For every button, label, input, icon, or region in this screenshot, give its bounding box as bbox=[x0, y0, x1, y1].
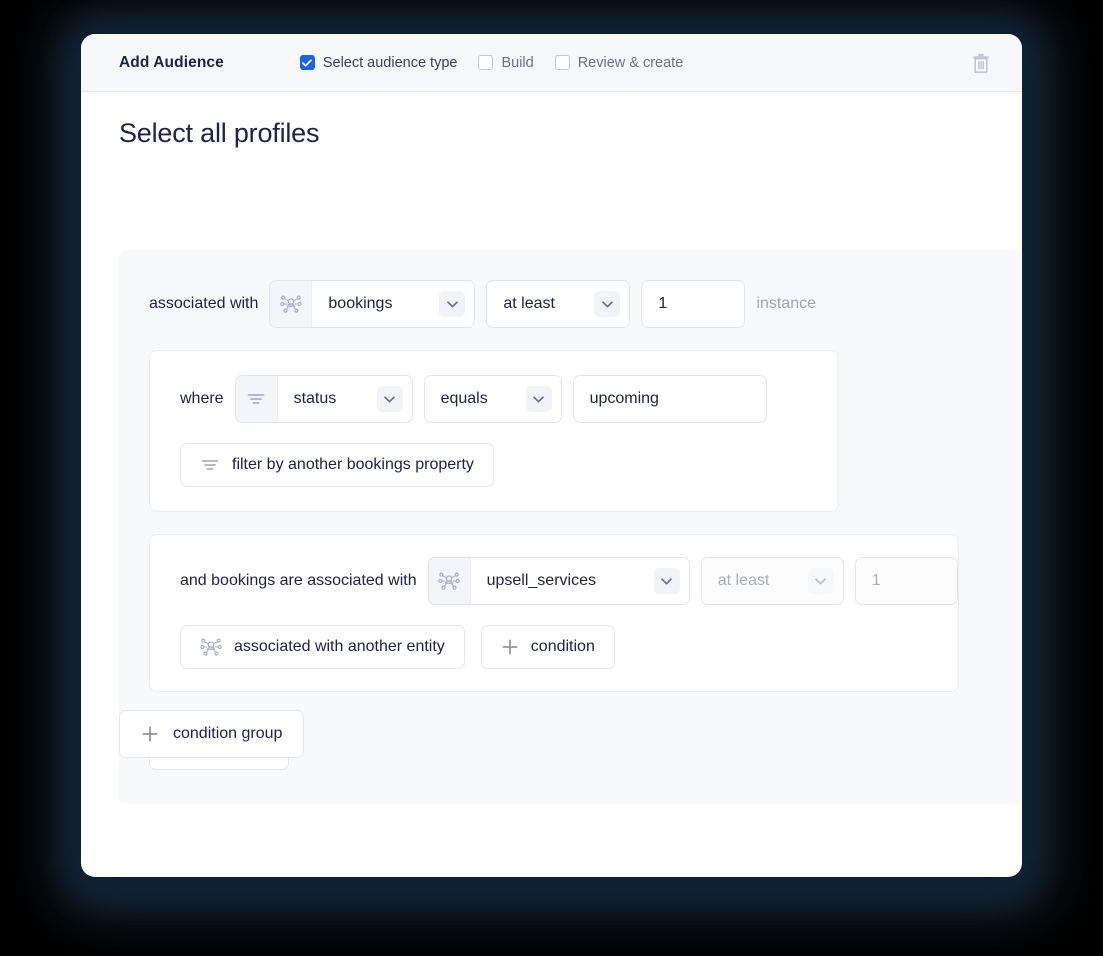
plus-icon bbox=[141, 725, 159, 743]
entity-relationship-icon bbox=[428, 558, 471, 604]
checkbox-select-audience-type[interactable] bbox=[299, 55, 315, 70]
add-nested-condition-label: condition bbox=[530, 638, 595, 655]
comparator-select-equals[interactable]: equals bbox=[423, 375, 562, 423]
operator-select-value: at least bbox=[503, 295, 555, 312]
checkbox-build[interactable] bbox=[478, 55, 494, 70]
nested-operator-select[interactable]: at least bbox=[700, 557, 844, 605]
filter-icon bbox=[200, 457, 220, 473]
chevron-down-icon[interactable] bbox=[439, 291, 466, 317]
nested-association-label: and bookings are associated with bbox=[180, 572, 417, 589]
nested-instance-count-input[interactable]: 1 bbox=[854, 557, 958, 605]
property-select-value: status bbox=[293, 390, 337, 407]
association-condition-row: associated with bookings at least 1 inst… bbox=[119, 280, 1022, 328]
add-property-filter-label: filter by another bookings property bbox=[232, 456, 474, 473]
comparator-select-value: equals bbox=[440, 390, 488, 407]
step-select-audience-type[interactable]: Select audience type bbox=[299, 54, 458, 71]
where-label: where bbox=[180, 390, 224, 407]
step-indicator: Select audience type Build Review & crea… bbox=[299, 54, 684, 71]
nested-association-row: and bookings are associated with upsell_… bbox=[180, 557, 958, 605]
instance-count-value: 1 bbox=[658, 295, 668, 312]
plus-icon bbox=[501, 638, 519, 656]
card-header: Add Audience Select audience type Build bbox=[81, 34, 1022, 92]
nested-actions-row: associated with another entity condition bbox=[180, 625, 958, 669]
add-condition-group-row: condition group bbox=[119, 710, 305, 758]
entity-select-bookings[interactable]: bookings bbox=[269, 280, 476, 328]
property-select-status[interactable]: status bbox=[234, 375, 413, 423]
chevron-down-icon[interactable] bbox=[594, 291, 621, 317]
step-build[interactable]: Build bbox=[478, 54, 534, 71]
filter-value-input[interactable]: upcoming bbox=[572, 375, 767, 423]
nested-instance-count-value: 1 bbox=[871, 572, 881, 589]
filter-actions-row: filter by another bookings property bbox=[180, 443, 838, 487]
step-label-build: Build bbox=[501, 54, 534, 71]
entity-relationship-icon bbox=[200, 636, 222, 658]
chevron-down-icon[interactable] bbox=[653, 568, 680, 594]
association-label: associated with bbox=[149, 295, 259, 312]
add-audience-card: Add Audience Select audience type Build bbox=[81, 34, 1022, 877]
instance-unit-label: instance bbox=[756, 295, 816, 312]
step-review-and-create[interactable]: Review & create bbox=[554, 54, 684, 71]
screen: Add Audience Select audience type Build bbox=[0, 0, 1103, 956]
property-filter-panel: where status equals upcoming filter by a… bbox=[149, 350, 839, 512]
add-associated-entity-label: associated with another entity bbox=[234, 638, 445, 655]
nested-operator-value: at least bbox=[717, 572, 770, 589]
add-property-filter-button[interactable]: filter by another bookings property bbox=[180, 443, 494, 487]
entity-relationship-icon bbox=[270, 281, 313, 327]
entity-select-bookings-value: bookings bbox=[328, 295, 393, 312]
entity-select-upsell-services-value: upsell_services bbox=[486, 572, 596, 589]
property-filter-row: where status equals upcoming bbox=[180, 375, 838, 423]
operator-select-at-least[interactable]: at least bbox=[486, 280, 631, 328]
trash-icon bbox=[971, 52, 991, 74]
checkbox-review-and-create[interactable] bbox=[554, 55, 570, 70]
step-label-review-and-create: Review & create bbox=[577, 54, 684, 71]
add-condition-group-button[interactable]: condition group bbox=[119, 710, 305, 758]
chevron-down-icon[interactable] bbox=[525, 386, 552, 412]
dialog-title: Add Audience bbox=[119, 53, 224, 71]
step-label-select-audience-type: Select audience type bbox=[322, 54, 458, 71]
page-title: Select all profiles bbox=[119, 118, 320, 148]
add-condition-group-label: condition group bbox=[173, 725, 283, 742]
nested-association-panel: and bookings are associated with upsell_… bbox=[149, 534, 959, 692]
filter-icon bbox=[235, 376, 278, 422]
add-associated-entity-button[interactable]: associated with another entity bbox=[180, 625, 465, 669]
entity-select-upsell-services[interactable]: upsell_services bbox=[427, 557, 690, 605]
filter-value-text: upcoming bbox=[589, 390, 659, 407]
chevron-down-icon[interactable] bbox=[807, 568, 834, 594]
delete-audience-button[interactable] bbox=[968, 50, 994, 76]
card-body: Select all profiles associated with book… bbox=[81, 92, 1022, 877]
add-nested-condition-button[interactable]: condition bbox=[480, 625, 615, 669]
chevron-down-icon[interactable] bbox=[376, 386, 403, 412]
instance-count-input[interactable]: 1 bbox=[641, 280, 746, 328]
